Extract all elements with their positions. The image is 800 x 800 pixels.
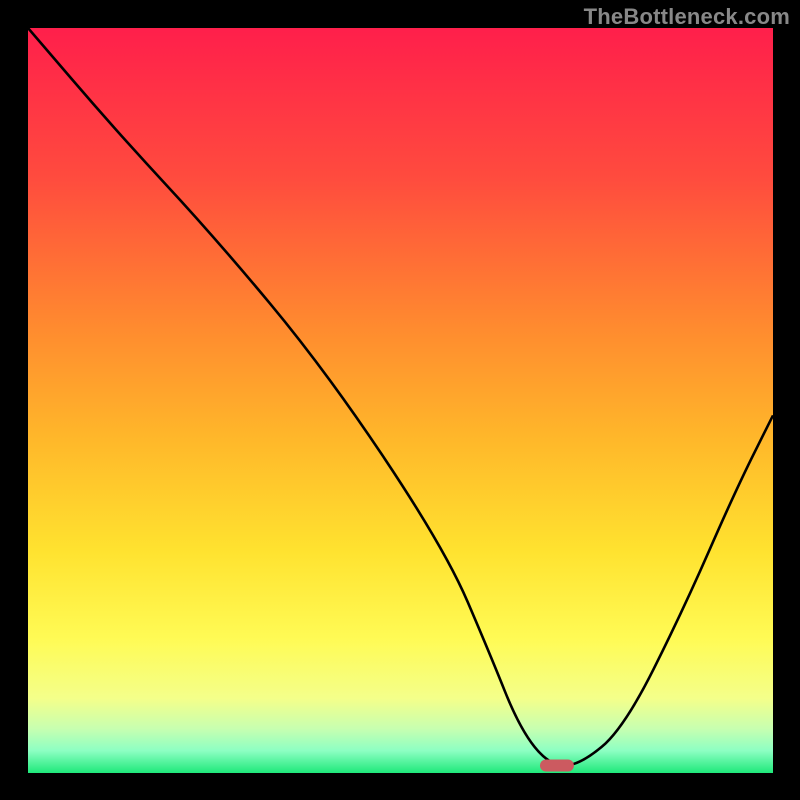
optimal-marker <box>540 760 574 772</box>
watermark-text: TheBottleneck.com <box>584 4 790 30</box>
plot-area <box>28 28 773 773</box>
chart-frame: TheBottleneck.com <box>0 0 800 800</box>
bottleneck-chart <box>28 28 773 773</box>
gradient-background <box>28 28 773 773</box>
